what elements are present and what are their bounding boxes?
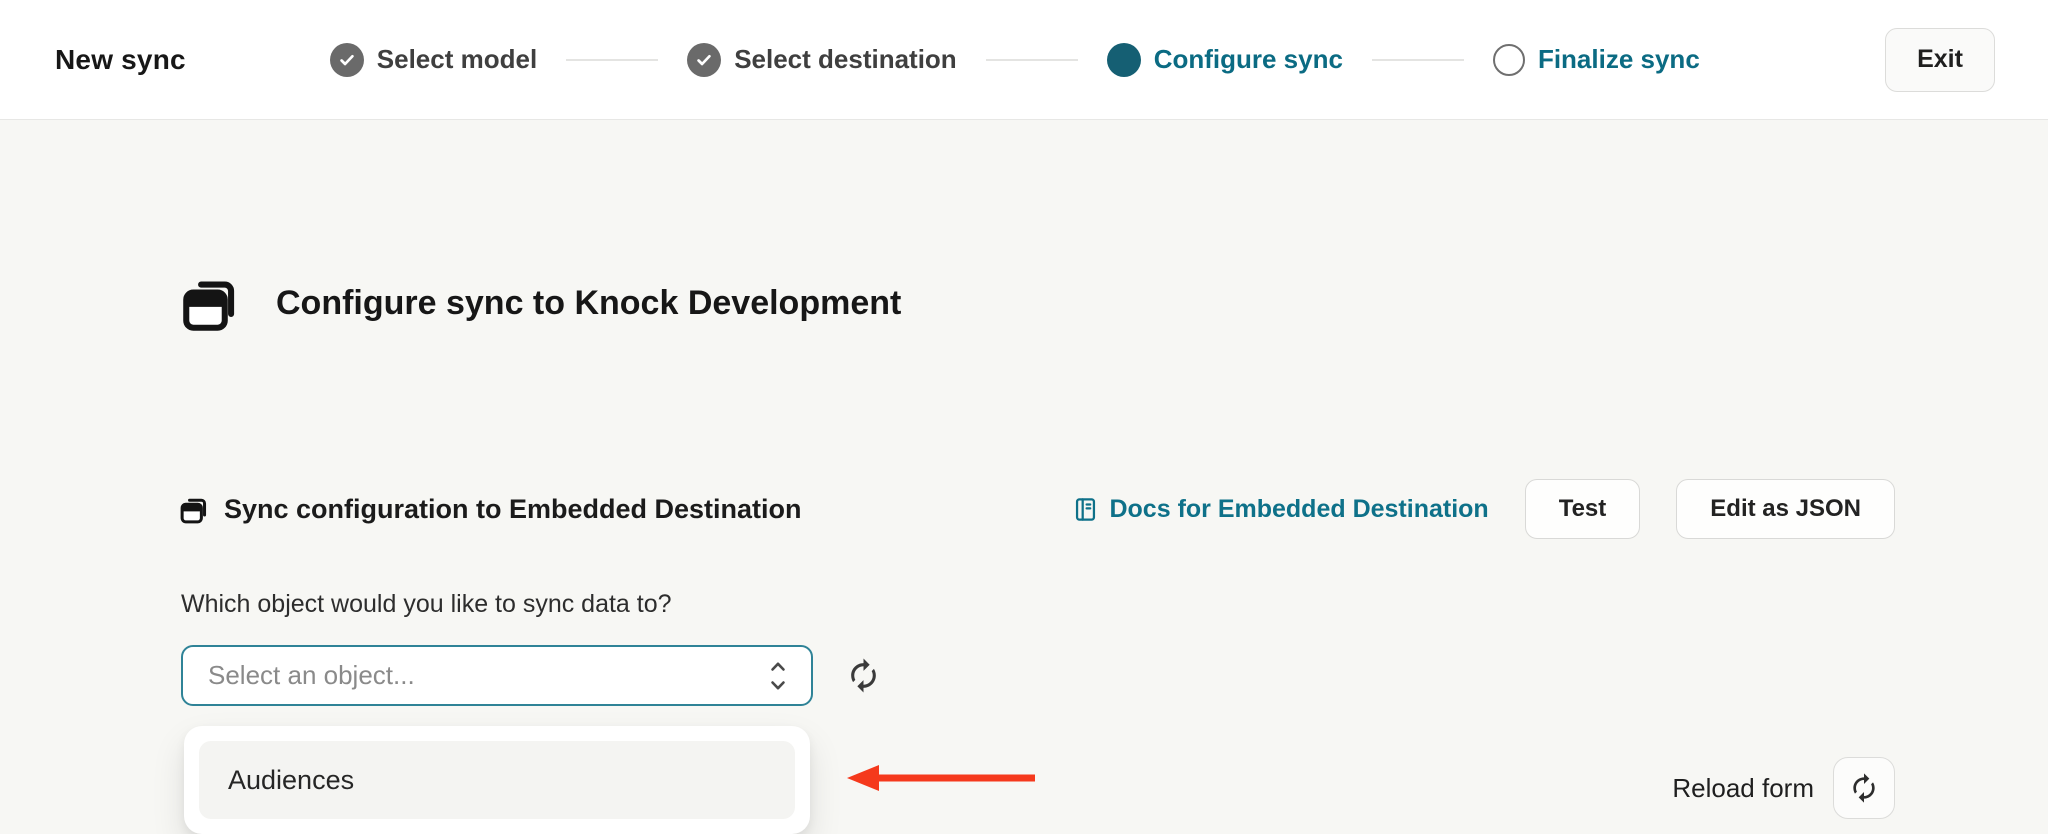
edit-as-json-button[interactable]: Edit as JSON bbox=[1676, 479, 1895, 539]
object-question-label: Which object would you like to sync data… bbox=[181, 590, 672, 618]
section-actions: Docs for Embedded Destination Test Edit … bbox=[1072, 479, 1895, 539]
sync-configuration-section-header: Sync configuration to Embedded Destinati… bbox=[178, 478, 1895, 540]
page-title: New sync bbox=[55, 43, 186, 75]
dropdown-option-audiences[interactable]: Audiences bbox=[199, 741, 795, 819]
object-select[interactable]: Select an object... bbox=[181, 645, 813, 706]
select-placeholder: Select an object... bbox=[208, 660, 415, 690]
docs-link[interactable]: Docs for Embedded Destination bbox=[1072, 494, 1489, 524]
step-finalize-sync[interactable]: Finalize sync bbox=[1492, 43, 1700, 76]
empty-circle-icon bbox=[1492, 43, 1525, 76]
step-configure-sync[interactable]: Configure sync bbox=[1106, 42, 1343, 77]
object-select-row: Select an object... bbox=[181, 645, 882, 706]
check-circle-icon bbox=[687, 42, 722, 77]
docs-link-label: Docs for Embedded Destination bbox=[1109, 494, 1489, 523]
step-label: Finalize sync bbox=[1537, 44, 1700, 74]
step-label: Select destination bbox=[734, 44, 957, 74]
configure-heading-row: Configure sync to Knock Development bbox=[178, 270, 901, 336]
filled-dot-icon bbox=[1106, 42, 1141, 77]
stacked-windows-icon bbox=[180, 498, 207, 523]
step-select-destination[interactable]: Select destination bbox=[687, 42, 957, 77]
chevron-up-down-icon bbox=[771, 662, 785, 689]
configure-sync-heading: Configure sync to Knock Development bbox=[276, 283, 902, 322]
wizard-stepper: Select model Select destination Configur… bbox=[329, 42, 1700, 77]
wizard-header: New sync Select model Select destination… bbox=[0, 0, 2048, 120]
refresh-objects-button[interactable] bbox=[845, 657, 882, 694]
step-label: Select model bbox=[376, 44, 538, 74]
circular-arrows-icon bbox=[1853, 773, 1875, 803]
exit-button[interactable]: Exit bbox=[1885, 27, 1995, 92]
stacked-windows-icon bbox=[183, 281, 235, 331]
book-icon bbox=[1076, 497, 1096, 521]
step-connector bbox=[1371, 58, 1464, 61]
check-circle-icon bbox=[329, 42, 364, 77]
reload-form-row: Reload form bbox=[1672, 757, 1895, 819]
configure-sync-panel: Configure sync to Knock Development Sync… bbox=[0, 120, 2048, 834]
reload-form-button[interactable] bbox=[1833, 757, 1895, 819]
step-connector bbox=[985, 58, 1078, 61]
circular-arrows-icon bbox=[851, 658, 876, 693]
step-connector bbox=[566, 58, 659, 61]
section-title: Sync configuration to Embedded Destinati… bbox=[224, 493, 802, 524]
step-select-model[interactable]: Select model bbox=[329, 42, 538, 77]
test-button[interactable]: Test bbox=[1524, 479, 1641, 539]
object-select-dropdown: Audiences bbox=[184, 726, 810, 834]
red-arrow-left-icon bbox=[847, 765, 1035, 791]
step-label: Configure sync bbox=[1153, 44, 1343, 74]
